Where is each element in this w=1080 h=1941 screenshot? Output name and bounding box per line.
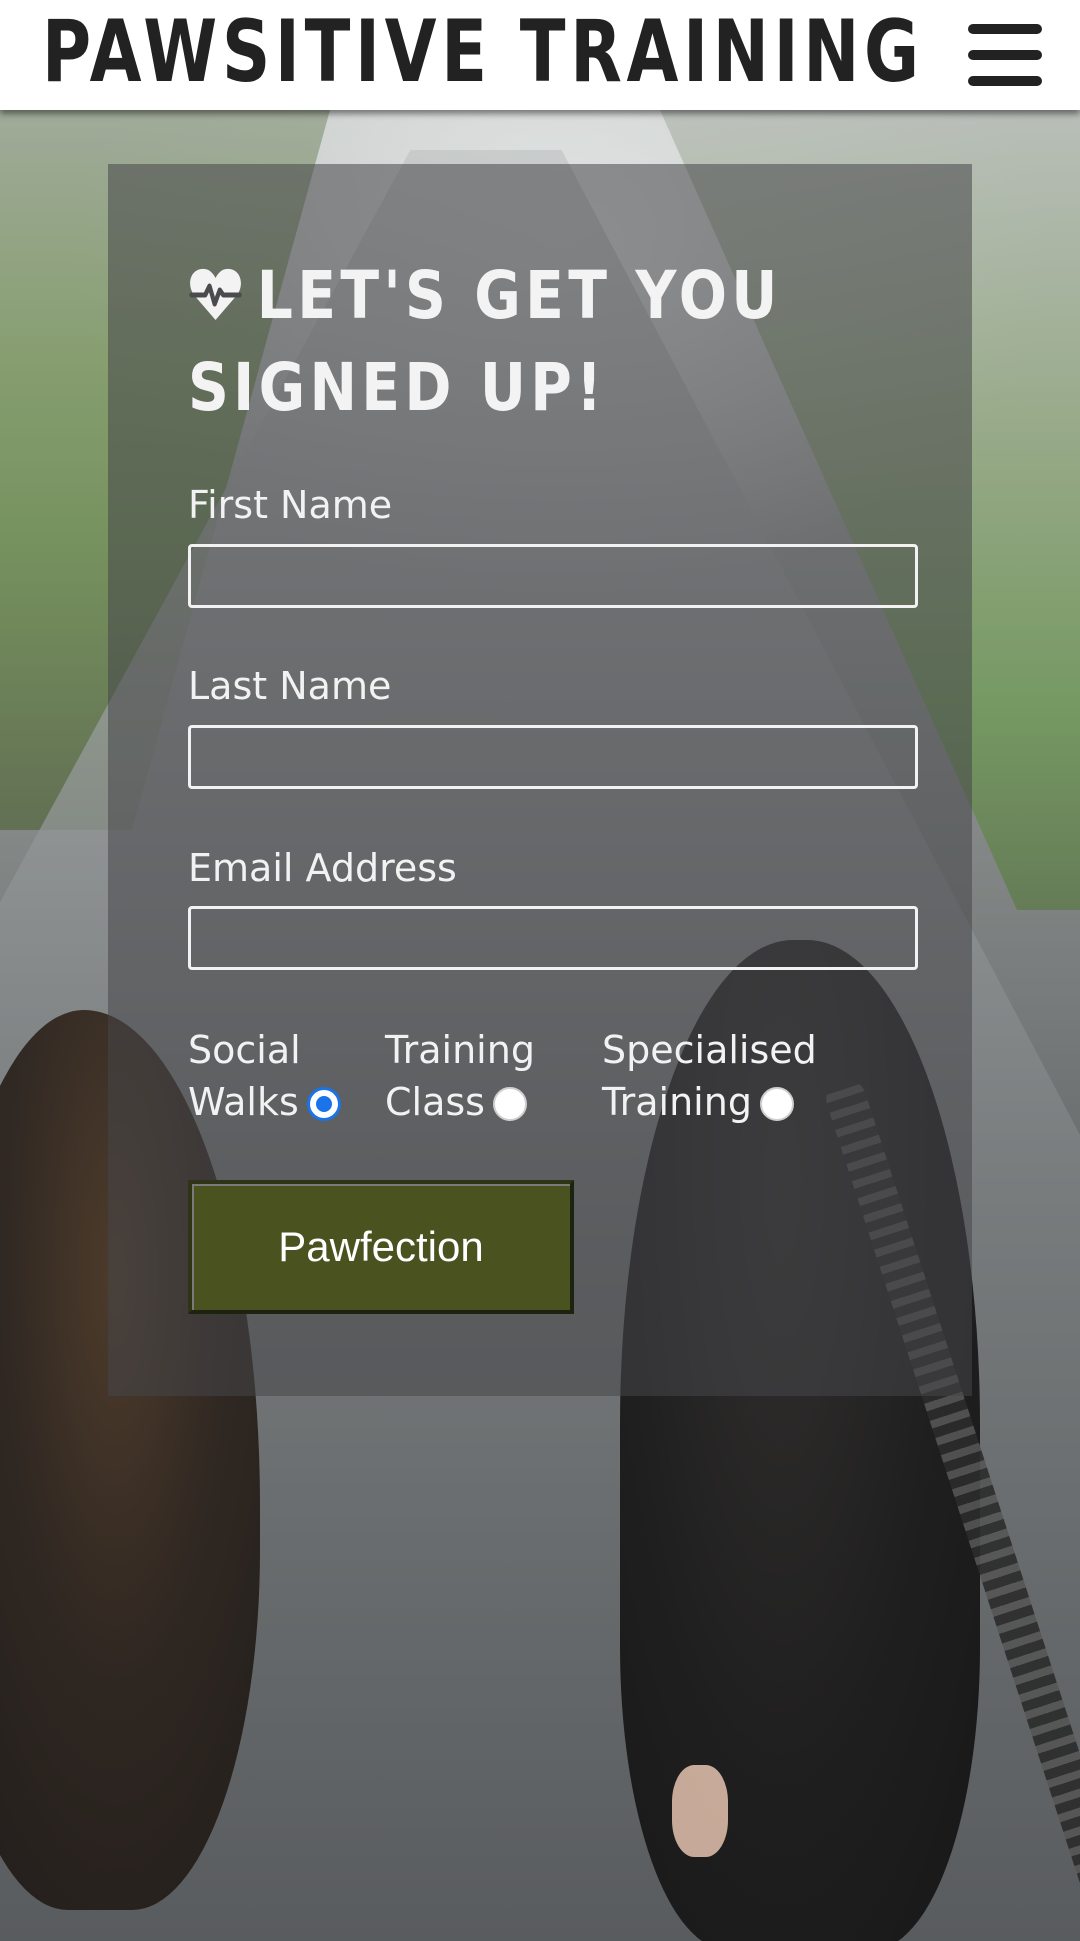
- first-name-field[interactable]: [188, 544, 918, 608]
- email-address-field[interactable]: [188, 906, 918, 970]
- email-address-label: Email Address: [188, 846, 457, 890]
- dog-paw: [672, 1765, 728, 1857]
- signup-title: LET'S GET YOU SIGNED UP!: [188, 250, 908, 434]
- page: PAWSITIVE TRAINING LET'S GET YOU SIGNED …: [0, 0, 1080, 1941]
- signup-title-text: LET'S GET YOU SIGNED UP!: [188, 257, 782, 426]
- menu-bar: [968, 76, 1042, 86]
- option-training-class[interactable]: Training Class: [385, 1024, 535, 1128]
- first-name-label: First Name: [188, 483, 393, 527]
- site-header: PAWSITIVE TRAINING: [0, 0, 1080, 110]
- option-social-walks-line1: Social: [188, 1028, 301, 1072]
- option-specialised-training-line1: Specialised: [602, 1028, 817, 1072]
- heartbeat-icon: [188, 266, 243, 322]
- menu-bar: [968, 50, 1042, 60]
- option-specialised-training[interactable]: Specialised Training: [602, 1024, 817, 1128]
- option-social-walks-line2: Walks: [188, 1080, 299, 1124]
- option-training-class-line2: Class: [385, 1080, 485, 1124]
- last-name-label: Last Name: [188, 664, 392, 708]
- signup-form-card: LET'S GET YOU SIGNED UP! First Name Last…: [108, 164, 972, 1396]
- training-class-radio[interactable]: [492, 1087, 527, 1121]
- menu-bar: [968, 24, 1042, 34]
- pawfection-submit-button[interactable]: Pawfection: [188, 1180, 574, 1314]
- social-walks-radio[interactable]: [306, 1087, 341, 1121]
- last-name-field[interactable]: [188, 725, 918, 789]
- option-specialised-training-line2: Training: [602, 1080, 752, 1124]
- option-social-walks[interactable]: Social Walks: [188, 1024, 341, 1128]
- specialised-training-radio[interactable]: [759, 1087, 794, 1121]
- option-training-class-line1: Training: [385, 1028, 535, 1072]
- brand-logo-text[interactable]: PAWSITIVE TRAINING: [42, 2, 924, 102]
- hamburger-menu-icon[interactable]: [968, 24, 1042, 86]
